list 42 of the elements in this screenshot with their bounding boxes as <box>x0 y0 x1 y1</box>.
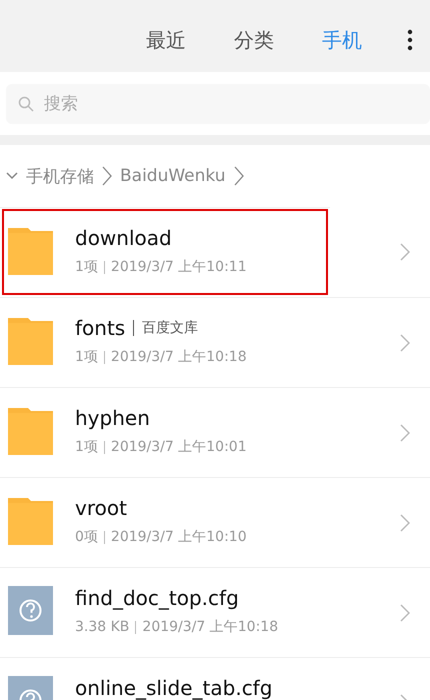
folder-icon <box>8 316 53 365</box>
file-date: 2019/3/7 上午10:10 <box>110 528 247 546</box>
file-name: fonts <box>75 316 126 340</box>
file-size: 1项 <box>75 348 98 366</box>
file-name: vroot <box>75 496 127 520</box>
search-icon <box>18 96 34 112</box>
breadcrumb-separator-icon <box>102 166 112 186</box>
file-date: 2019/3/7 上午10:18 <box>142 618 278 636</box>
tab[interactable]: 分类 <box>210 26 298 54</box>
file-name: find_doc_top.cfg <box>75 586 239 610</box>
unknown-file-icon <box>8 586 53 635</box>
file-size: 3.38 KB <box>75 619 130 635</box>
collapse-icon[interactable] <box>6 172 18 180</box>
file-list-item[interactable]: hyphen 1项 2019/3/7 上午10:01 <box>0 387 430 477</box>
file-date: 2019/3/7 上午10:11 <box>110 258 247 276</box>
chevron-right-icon <box>400 334 410 352</box>
file-size: 0项 <box>75 528 98 546</box>
file-list-item[interactable]: vroot 0项 2019/3/7 上午10:10 <box>0 477 430 567</box>
file-list-item[interactable]: find_doc_top.cfg 3.38 KB 2019/3/7 上午10:18 <box>0 567 430 657</box>
folder-icon <box>8 496 53 545</box>
tab[interactable]: 最近 <box>122 26 210 54</box>
breadcrumb-item[interactable]: BaiduWenku <box>120 166 226 186</box>
file-date: 2019/3/7 上午10:01 <box>110 438 247 456</box>
file-name: online_slide_tab.cfg <box>75 676 272 700</box>
file-name: hyphen <box>75 406 150 430</box>
file-name: download <box>75 226 172 250</box>
search-field[interactable]: 搜索 <box>6 84 430 124</box>
chevron-right-icon <box>400 243 410 261</box>
folder-icon <box>8 226 53 275</box>
file-date: 2019/3/7 上午10:18 <box>110 348 247 366</box>
file-list-item[interactable]: online_slide_tab.cfg <box>0 657 430 700</box>
file-list-item[interactable]: download 1项 2019/3/7 上午10:11 <box>0 207 330 297</box>
folder-icon <box>8 406 53 455</box>
chevron-right-icon <box>400 514 410 532</box>
chevron-right-icon <box>400 424 410 442</box>
file-list-item[interactable]: fonts 百度文库 1项 2019/3/7 上午10:18 <box>0 297 430 387</box>
file-tag: 百度文库 <box>142 319 198 337</box>
chevron-right-icon <box>400 604 410 622</box>
breadcrumb-item[interactable]: 手机存储 <box>26 164 94 188</box>
file-size: 1项 <box>75 438 98 456</box>
file-size: 1项 <box>75 258 98 276</box>
breadcrumb-separator-icon <box>234 166 244 186</box>
